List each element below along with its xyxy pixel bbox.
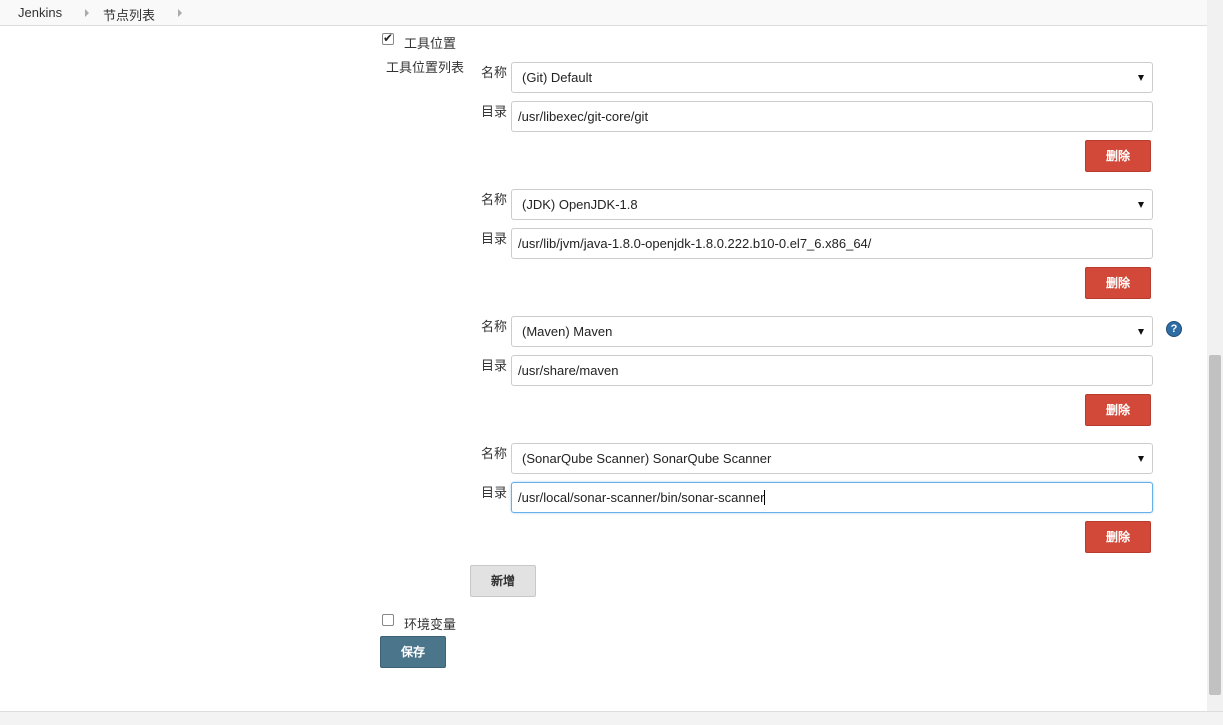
name-label: 名称 <box>481 446 508 461</box>
tool-directory-value: /usr/lib/jvm/java-1.8.0-openjdk-1.8.0.22… <box>518 236 872 251</box>
tool-name-value: (JDK) OpenJDK-1.8 <box>522 197 638 212</box>
tool-locations-checkbox[interactable]: ✔ <box>382 31 394 45</box>
delete-button[interactable]: 删除 <box>1085 267 1151 299</box>
directory-label: 目录 <box>481 231 508 246</box>
delete-button[interactable]: 删除 <box>1085 140 1151 172</box>
tool-locations-label: 工具位置 <box>404 36 457 51</box>
name-label: 名称 <box>481 192 508 207</box>
breadcrumb-item-node-list[interactable]: 节点列表 <box>103 5 155 24</box>
tool-directory-input[interactable]: /usr/share/maven <box>511 355 1153 386</box>
tool-name-value: (Git) Default <box>522 70 593 85</box>
tool-name-select[interactable]: (SonarQube Scanner) SonarQube Scanner <box>511 443 1153 474</box>
scrollbar-thumb[interactable] <box>1209 355 1221 695</box>
tool-name-select[interactable]: (Maven) Maven <box>511 316 1153 347</box>
caret-down-icon <box>1138 202 1144 208</box>
caret-down-icon <box>1138 456 1144 462</box>
caret-down-icon <box>1138 75 1144 81</box>
caret-down-icon <box>1138 329 1144 335</box>
tool-directory-value: /usr/libexec/git-core/git <box>518 109 649 124</box>
checkmark-icon: ✔ <box>383 31 394 45</box>
save-button[interactable]: 保存 <box>380 636 446 668</box>
env-vars-checkbox[interactable] <box>382 614 394 626</box>
tool-locations-list-label: 工具位置列表 <box>386 60 465 75</box>
tool-name-value: (SonarQube Scanner) SonarQube Scanner <box>522 451 772 466</box>
tool-name-value: (Maven) Maven <box>522 324 613 339</box>
tool-directory-value: /usr/local/sonar-scanner/bin/sonar-scann… <box>518 490 766 505</box>
delete-button[interactable]: 删除 <box>1085 521 1151 553</box>
delete-button[interactable]: 删除 <box>1085 394 1151 426</box>
breadcrumb-item-jenkins[interactable]: Jenkins <box>18 5 62 20</box>
name-label: 名称 <box>481 65 508 80</box>
chevron-right-icon[interactable] <box>85 9 89 17</box>
tool-directory-value: /usr/share/maven <box>518 363 619 378</box>
directory-label: 目录 <box>481 485 508 500</box>
directory-label: 目录 <box>481 104 508 119</box>
name-label: 名称 <box>481 319 508 334</box>
tool-name-select[interactable]: (Git) Default <box>511 62 1153 93</box>
tool-directory-input[interactable]: /usr/local/sonar-scanner/bin/sonar-scann… <box>511 482 1153 513</box>
help-icon[interactable]: ? <box>1166 321 1182 337</box>
page-footer <box>0 711 1223 725</box>
text-cursor <box>764 490 766 505</box>
add-tool-location-button[interactable]: 新增 <box>470 565 536 597</box>
breadcrumb: Jenkins 节点列表 <box>0 0 1207 26</box>
chevron-right-icon[interactable] <box>178 9 182 17</box>
tool-name-select[interactable]: (JDK) OpenJDK-1.8 <box>511 189 1153 220</box>
tool-directory-input[interactable]: /usr/libexec/git-core/git <box>511 101 1153 132</box>
directory-label: 目录 <box>481 358 508 373</box>
tool-directory-input[interactable]: /usr/lib/jvm/java-1.8.0-openjdk-1.8.0.22… <box>511 228 1153 259</box>
env-vars-label: 环境变量 <box>404 617 457 632</box>
